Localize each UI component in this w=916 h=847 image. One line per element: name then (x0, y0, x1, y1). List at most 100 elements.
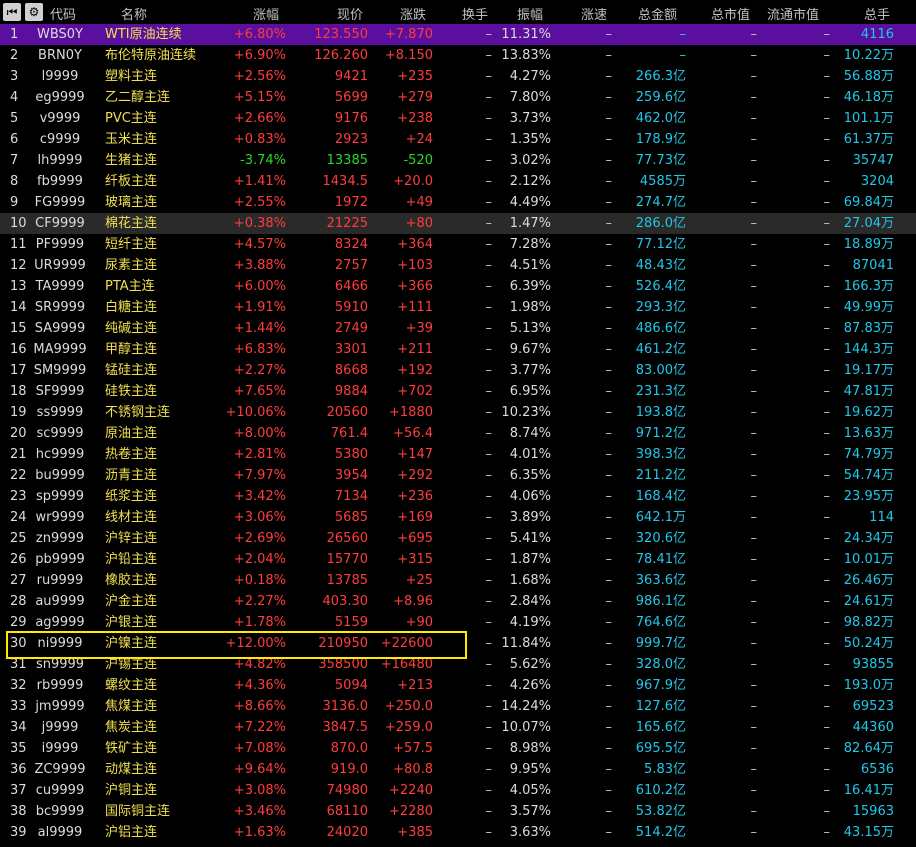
table-row[interactable]: 18 SF9999 硅铁主连 +7.65% 9884 +702 – 6.95% – 231.3亿 –… (0, 381, 916, 402)
table-row[interactable]: 38 bc9999 国际铜主连 +3.46% 68110 +2280 – 3.57% – 53.8… (0, 801, 916, 822)
row-market-cap: – (750, 762, 758, 777)
row-index: 35 (10, 741, 27, 756)
table-row[interactable]: 17 SM9999 锰硅主连 +2.27% 8668 +192 – 3.77% – 83.00亿 –… (0, 360, 916, 381)
table-row[interactable]: 33 jm9999 焦煤主连 +8.66% 3136.0 +250.0–14.24% –12… (0, 696, 916, 717)
col-header-speed[interactable]: 涨速 (581, 4, 607, 23)
table-row[interactable]: 9 FG9999 玻璃主连 +2.55% 1972 +49–4.49% –274.7亿 – –6… (0, 192, 916, 213)
row-speed: – (605, 447, 613, 462)
row-amount: 53.82亿 (635, 804, 686, 819)
gear-icon[interactable]: ⚙ (25, 3, 43, 21)
row-price: 870.0 (330, 741, 368, 756)
table-row[interactable]: 28 au9999 沪金主连 +2.27% 403.30 +8.96 – 2.84% – 986.… (0, 591, 916, 612)
row-amplitude: 10.23% (501, 405, 551, 420)
row-amplitude: 4.05% (509, 783, 551, 798)
row-volume: 24.61万 (843, 594, 894, 609)
row-turnover: – (485, 804, 493, 819)
col-header-price[interactable]: 现价 (337, 4, 363, 23)
table-row[interactable]: 20 sc9999 原油主连 +8.00% 761.4 +56.4 – 8.74% – 971.2… (0, 423, 916, 444)
col-header-change[interactable]: 涨跌 (400, 4, 426, 23)
row-amount: 764.6亿 (635, 615, 686, 630)
table-row[interactable]: 10 CF9999 棉花主连 +0.38% 21225 +80 – 1.47% – 286.0亿 –… (0, 213, 916, 234)
row-code: SF9999 (35, 384, 85, 399)
table-row[interactable]: 3 l9999 塑料主连 +2.56% 9421 +235–4.27% –266.3亿 – –5… (0, 66, 916, 87)
row-speed: – (605, 132, 613, 147)
row-index: 38 (10, 804, 27, 819)
row-code: UR9999 (34, 258, 86, 273)
skip-back-icon[interactable]: ⏮ (3, 3, 21, 21)
table-row[interactable]: 7 lh9999 生猪主连 -3.74% 13385 -520 – 3.02% – 77.73亿 –… (0, 150, 916, 171)
row-amount: 363.6亿 (635, 573, 686, 588)
row-price: 15770 (326, 552, 368, 567)
row-price: 5685 (334, 510, 368, 525)
row-float-cap: – (823, 741, 831, 756)
row-volume: 35747 (852, 153, 894, 168)
table-row[interactable]: 27 ru9999 橡胶主连 +0.18% 13785 +25 – 1.68% – 363.6亿 –… (0, 570, 916, 591)
table-row[interactable]: 26 pb9999 沪铅主连 +2.04% 15770 +315 – 1.87% – 78.41亿… (0, 549, 916, 570)
table-row[interactable]: 22 bu9999 沥青主连 +7.97% 3954 +292 – 6.35% – 211.2亿 –… (0, 465, 916, 486)
table-row[interactable]: 24 wr9999 线材主连 +3.06% 5685 +169 – 3.89% – 642.1万 –… (0, 507, 916, 528)
table-row[interactable]: 23 sp9999 纸浆主连 +3.42% 7134 +236 – 4.06% – 168.4亿 –… (0, 486, 916, 507)
row-turnover: – (485, 594, 493, 609)
table-row[interactable]: 19 ss9999 不锈钢主连 +10.06% 20560 +1880–10.23% –19… (0, 402, 916, 423)
table-row[interactable]: 11 PF9999 短纤主连 +4.57% 8324 +364 – 7.28% – 77.12亿 –… (0, 234, 916, 255)
col-header-code[interactable]: 代码 (50, 4, 76, 23)
table-row[interactable]: 37 cu9999 沪铜主连 +3.08% 74980 +2240 – 4.05% – 610.2… (0, 780, 916, 801)
table-row[interactable]: 29 ag9999 沪银主连 +1.78% 5159 +90 – 4.19% – 764.6亿 – –… (0, 612, 916, 633)
row-turnover: – (485, 426, 493, 441)
col-header-turnover[interactable]: 换手 (462, 4, 488, 23)
row-change: +8.150 (384, 48, 433, 63)
table-row[interactable]: 14 SR9999 白糖主连 +1.91% 5910 +111 – 1.98% – 293.3亿 –… (0, 297, 916, 318)
row-price: 7134 (334, 489, 368, 504)
table-row[interactable]: 35 i9999 铁矿主连 +7.08% 870.0 +57.5 – 8.98% – 695.5亿… (0, 738, 916, 759)
table-row[interactable]: 6 c9999 玉米主连 +0.83% 2923 +24–1.35% –178.9亿 – –61… (0, 129, 916, 150)
row-change: +235 (397, 69, 433, 84)
row-amplitude: 1.98% (509, 300, 551, 315)
table-row[interactable]: 5 v9999 PVC主连 +2.66% 9176 +238 – 3.73% – 462.0亿 – –… (0, 108, 916, 129)
row-speed: – (605, 594, 613, 609)
table-row[interactable]: 12 UR9999 尿素主连 +3.88% 2757 +103 – 4.51% – 48.43亿 –… (0, 255, 916, 276)
row-price: 3301 (334, 342, 368, 357)
row-index: 18 (10, 384, 27, 399)
row-market-cap: – (750, 678, 758, 693)
row-amount: 971.2亿 (635, 426, 686, 441)
table-row[interactable]: 16 MA9999 甲醇主连 +6.83% 3301 +211 – 9.67% – 461.2亿 –… (0, 339, 916, 360)
table-row[interactable]: 8 fb9999 纤板主连 +1.41% 1434.5 +20.0 – 2.12% – 4585万… (0, 171, 916, 192)
table-row[interactable]: 34 j9999 焦炭主连 +7.22% 3847.5 +259.0–10.07% –165… (0, 717, 916, 738)
row-amplitude: 5.62% (509, 657, 551, 672)
row-price: 5159 (334, 615, 368, 630)
col-header-float-cap[interactable]: 流通市值 (767, 4, 819, 23)
col-header-name[interactable]: 名称 (121, 4, 147, 23)
row-amplitude: 1.35% (509, 132, 551, 147)
row-float-cap: – (823, 363, 831, 378)
row-market-cap: – (750, 636, 758, 651)
table-row[interactable]: 32 rb9999 螺纹主连 +4.36% 5094 +213 – 4.26% – 967.9亿 –… (0, 675, 916, 696)
table-row[interactable]: 4 eg9999 乙二醇主连 +5.15% 5699 +279 – 7.80% – 259.6亿 –… (0, 87, 916, 108)
row-market-cap: – (750, 27, 758, 42)
col-header-amplitude[interactable]: 振幅 (517, 4, 543, 23)
row-index: 13 (10, 279, 27, 294)
row-speed: – (605, 111, 613, 126)
col-header-volume[interactable]: 总手 (864, 4, 890, 23)
table-row[interactable]: 15 SA9999 纯碱主连 +1.44% 2749 +39 – 5.13% – 486.6亿 – –… (0, 318, 916, 339)
table-row[interactable]: 13 TA9999 PTA主连 +6.00% 6466 +366 – 6.39% – 526.4亿… (0, 276, 916, 297)
table-row[interactable]: 36 ZC9999 动煤主连 +9.64% 919.0 +80.8 – 9.95% – 5.83亿… (0, 759, 916, 780)
row-name: 不锈钢主连 (105, 405, 171, 420)
row-index: 6 (10, 132, 19, 147)
row-index: 4 (10, 90, 19, 105)
col-header-change-pct[interactable]: 涨幅 (253, 4, 279, 23)
row-change: +49 (405, 195, 433, 210)
row-change-pct: +1.44% (233, 321, 286, 336)
row-code: eg9999 (35, 90, 85, 105)
table-row[interactable]: 25 zn9999 沪锌主连 +2.69% 26560 +695 – 5.41% – 320.6亿… (0, 528, 916, 549)
row-amplitude: 14.24% (501, 699, 551, 714)
row-volume: 23.95万 (843, 489, 894, 504)
table-row[interactable]: 1 WBS0Y WTI原油连续 +6.80% 123.550 +7.870–11.31% –… (0, 24, 916, 45)
table-row[interactable]: 39 al9999 沪铝主连 +1.63% 24020 +385 – 3.63% – 514.2亿… (0, 822, 916, 843)
row-name: 沪铝主连 (105, 825, 158, 840)
table-row[interactable]: 21 hc9999 热卷主连 +2.81% 5380 +147 – 4.01% – 398.3亿 –… (0, 444, 916, 465)
col-header-amount[interactable]: 总金额 (638, 4, 677, 23)
row-market-cap: – (750, 825, 758, 840)
row-change-pct: +2.81% (233, 447, 286, 462)
col-header-market-cap[interactable]: 总市值 (711, 4, 750, 23)
table-row[interactable]: 2 BRN0Y 布伦特原油连续 +6.90% 126.260 +8.150–13.83% –… (0, 45, 916, 66)
